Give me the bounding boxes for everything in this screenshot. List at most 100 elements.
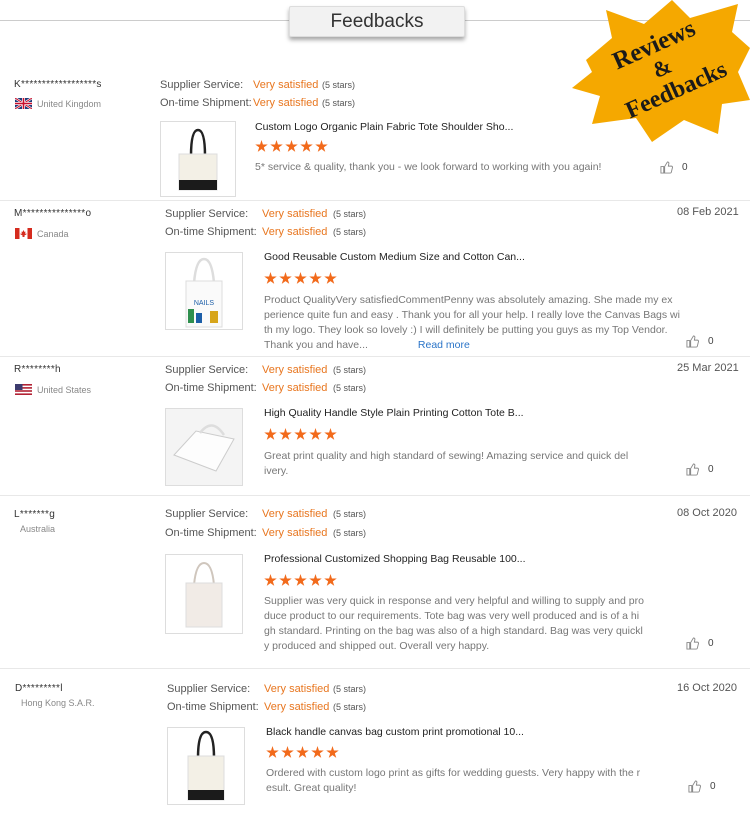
ontime-shipment-stars: (5 stars) (333, 227, 367, 237)
supplier-service-label: Supplier Service: (165, 364, 249, 376)
country-label: United States (37, 384, 92, 395)
rating-stars (255, 140, 328, 153)
like-count: 0 (708, 638, 714, 649)
star-icon (285, 140, 298, 152)
supplier-service-value: Very satisfied (264, 683, 330, 695)
star-icon (294, 428, 307, 440)
like-button[interactable]: 0 (686, 637, 714, 650)
supplier-service-value: Very satisfied (262, 208, 328, 220)
ontime-shipment-label: On-time Shipment: (160, 97, 252, 109)
supplier-service-label: Supplier Service: (160, 79, 244, 91)
product-thumbnail[interactable] (167, 727, 245, 805)
review-date: 08 Oct 2020 (677, 507, 737, 519)
star-icon (309, 574, 322, 586)
star-icon (264, 574, 277, 586)
uk-flag-icon (15, 98, 32, 109)
supplier-service-stars: (5 stars) (333, 509, 367, 519)
product-thumbnail[interactable] (160, 121, 236, 197)
ontime-shipment-value: Very satisfied (253, 97, 319, 109)
ontime-shipment-stars: (5 stars) (333, 383, 367, 393)
like-button[interactable]: 0 (686, 463, 714, 476)
review-date: 08 Feb 2021 (677, 206, 739, 218)
tote-bag-icon (166, 409, 242, 485)
ontime-shipment-label: On-time Shipment: (165, 226, 257, 238)
country-label: Australia (20, 524, 56, 534)
star-icon (296, 746, 309, 758)
comment-text: Product QualityVery satisfiedCommentPenn… (264, 294, 680, 351)
star-icon (294, 272, 307, 284)
review-comment: Product QualityVery satisfiedCommentPenn… (264, 293, 694, 353)
review-divider (0, 200, 750, 201)
product-title-link[interactable]: Custom Logo Organic Plain Fabric Tote Sh… (255, 121, 513, 133)
rating-stars (264, 272, 337, 285)
star-icon (255, 140, 268, 152)
star-icon (264, 272, 277, 284)
thumbs-up-icon (686, 637, 699, 650)
like-count: 0 (682, 162, 688, 173)
product-thumbnail[interactable]: NAILS (165, 252, 243, 330)
star-icon (311, 746, 324, 758)
supplier-service-value: Very satisfied (262, 364, 328, 376)
read-more-link[interactable]: Read more (418, 339, 470, 351)
product-title-link[interactable]: High Quality Handle Style Plain Printing… (264, 407, 524, 419)
country-label: Hong Kong S.A.R. (21, 698, 95, 708)
like-button[interactable]: 0 (688, 780, 716, 793)
star-icon (324, 574, 337, 586)
like-count: 0 (708, 336, 714, 347)
tote-bag-icon: NAILS (185, 257, 223, 328)
reviewer-name: R********h (14, 364, 61, 375)
star-icon (270, 140, 283, 152)
tote-bag-icon (178, 128, 218, 191)
star-icon (326, 746, 339, 758)
star-icon (315, 140, 328, 152)
supplier-service-stars: (5 stars) (333, 209, 367, 219)
product-title-link[interactable]: Good Reusable Custom Medium Size and Cot… (264, 251, 525, 263)
review-date: 25 Mar 2021 (677, 362, 739, 374)
star-icon (279, 272, 292, 284)
star-icon (266, 746, 279, 758)
ontime-shipment-value: Very satisfied (262, 226, 328, 238)
ontime-shipment-label: On-time Shipment: (165, 527, 257, 539)
star-icon (281, 746, 294, 758)
reviewer-country: United States (15, 384, 91, 395)
supplier-service-label: Supplier Service: (165, 508, 249, 520)
tab-feedbacks[interactable]: Feedbacks (289, 6, 465, 37)
product-title-link[interactable]: Black handle canvas bag custom print pro… (266, 726, 524, 738)
reviewer-name: K******************s (14, 79, 102, 90)
star-icon (300, 140, 313, 152)
reviewer-country: United Kingdom (15, 98, 101, 109)
product-thumbnail[interactable] (165, 408, 243, 486)
like-count: 0 (708, 464, 714, 475)
supplier-service-stars: (5 stars) (322, 80, 356, 90)
ontime-shipment-stars: (5 stars) (333, 528, 367, 538)
star-icon (324, 272, 337, 284)
reviewer-name: D*********l (15, 683, 63, 694)
like-button[interactable]: 0 (686, 335, 714, 348)
us-flag-icon (15, 384, 32, 395)
reviewer-name: L*******g (14, 509, 56, 520)
ontime-shipment-value: Very satisfied (264, 701, 330, 713)
supplier-service-value: Very satisfied (253, 79, 319, 91)
supplier-service-label: Supplier Service: (167, 683, 251, 695)
review-comment: Ordered with custom logo print as gifts … (266, 767, 641, 794)
product-title-link[interactable]: Professional Customized Shopping Bag Reu… (264, 553, 526, 565)
like-button[interactable]: 0 (660, 161, 688, 174)
rating-stars (266, 746, 339, 759)
review-divider (0, 356, 750, 357)
thumbs-up-icon (688, 780, 701, 793)
reviewer-country: Hong Kong S.A.R. (21, 698, 95, 708)
ontime-shipment-stars: (5 stars) (333, 702, 367, 712)
supplier-service-stars: (5 stars) (333, 365, 367, 375)
reviewer-country: Australia (20, 524, 55, 534)
review-comment: 5* service & quality, thank you - we loo… (255, 161, 602, 173)
star-icon (309, 428, 322, 440)
ontime-shipment-value: Very satisfied (262, 527, 328, 539)
product-thumbnail[interactable] (165, 554, 243, 634)
ontime-shipment-value: Very satisfied (262, 382, 328, 394)
tote-bag-icon (187, 730, 225, 801)
thumbs-up-icon (660, 161, 673, 174)
country-label: Canada (37, 228, 69, 239)
review-divider (0, 495, 750, 496)
ontime-shipment-stars: (5 stars) (322, 98, 356, 108)
star-icon (264, 428, 277, 440)
